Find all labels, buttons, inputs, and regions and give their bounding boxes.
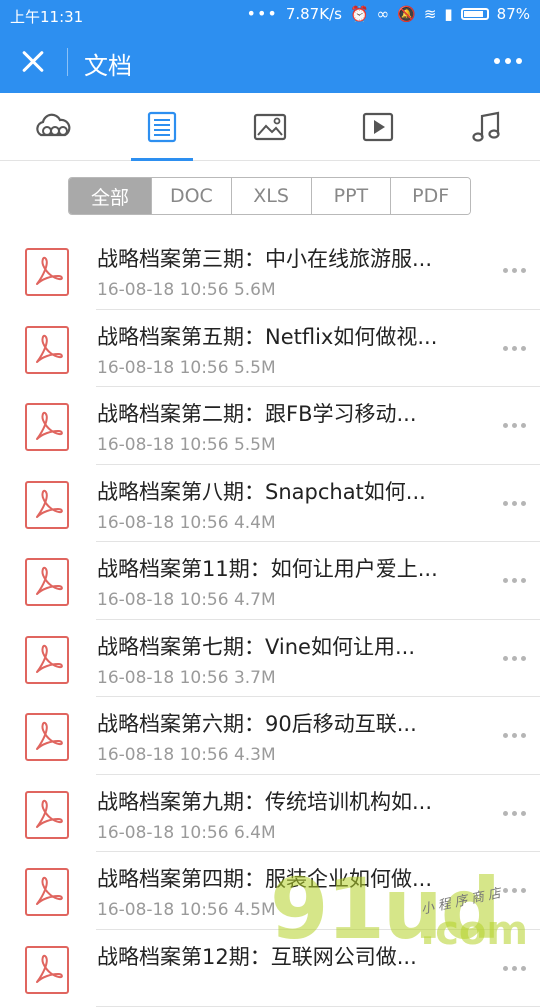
music-icon xyxy=(467,107,507,147)
top-bar: 上午11:31 ••• 7.87K/s ⏰ ∞ 🔕 ≋ ▮ 87% 文档 xyxy=(0,0,540,93)
status-time: 上午11:31 xyxy=(10,6,83,27)
pdf-icon xyxy=(25,713,69,761)
file-name: 战略档案第九期：传统培训机构如... xyxy=(97,786,432,816)
file-name: 战略档案第12期：互联网公司做... xyxy=(97,941,417,971)
file-row[interactable]: 战略档案第三期：中小在线旅游服... 16-08-18 10:56 5.6M xyxy=(0,232,540,310)
battery-icon xyxy=(461,8,489,20)
header: 文档 xyxy=(0,30,540,93)
row-more-button[interactable] xyxy=(503,423,526,428)
filter-doc[interactable]: DOC xyxy=(151,178,231,214)
pdf-icon xyxy=(25,248,69,296)
filter-ppt[interactable]: PPT xyxy=(311,178,391,214)
filter-pdf[interactable]: PDF xyxy=(390,178,470,214)
file-meta: 16-08-18 10:56 6.4M xyxy=(97,823,276,843)
battery-level: 87% xyxy=(497,5,530,23)
status-right: ••• 7.87K/s ⏰ ∞ 🔕 ≋ ▮ 87% xyxy=(247,4,530,23)
tab-document[interactable] xyxy=(131,93,193,160)
file-row[interactable]: 战略档案第四期：服装企业如何做... 16-08-18 10:56 4.5M xyxy=(0,852,540,930)
file-meta: 16-08-18 10:56 5.5M xyxy=(97,435,276,455)
file-name: 战略档案第八期：Snapchat如何... xyxy=(97,476,426,506)
filter-xls[interactable]: XLS xyxy=(231,178,311,214)
pdf-icon xyxy=(25,946,69,994)
file-row[interactable]: 战略档案第六期：90后移动互联... 16-08-18 10:56 4.3M xyxy=(0,697,540,775)
more-menu-button[interactable] xyxy=(494,58,522,64)
row-more-button[interactable] xyxy=(503,888,526,893)
file-name: 战略档案第11期：如何让用户爱上... xyxy=(97,553,438,583)
row-more-button[interactable] xyxy=(503,268,526,273)
pdf-icon xyxy=(25,791,69,839)
file-row[interactable]: 战略档案第八期：Snapchat如何... 16-08-18 10:56 4.4M xyxy=(0,465,540,543)
file-row[interactable]: 战略档案第五期：Netflix如何做视... 16-08-18 10:56 5.5… xyxy=(0,310,540,388)
tab-video[interactable] xyxy=(347,93,409,160)
file-name: 战略档案第七期：Vine如何让用... xyxy=(97,631,415,661)
mute-icon: 🔕 xyxy=(397,5,416,23)
file-meta: 16-08-18 10:56 5.6M xyxy=(97,280,276,300)
row-more-button[interactable] xyxy=(503,656,526,661)
file-meta: 16-08-18 10:56 4.4M xyxy=(97,513,276,533)
pdf-icon xyxy=(25,868,69,916)
row-more-button[interactable] xyxy=(503,501,526,506)
document-icon xyxy=(142,107,182,147)
file-meta: 16-08-18 10:56 4.5M xyxy=(97,900,276,920)
file-row[interactable]: 战略档案第九期：传统培训机构如... 16-08-18 10:56 6.4M xyxy=(0,775,540,853)
file-list: 战略档案第三期：中小在线旅游服...16-08-18 10:56 5.6M战略档… xyxy=(0,232,540,1007)
row-more-button[interactable] xyxy=(503,346,526,351)
file-row[interactable]: 战略档案第七期：Vine如何让用... 16-08-18 10:56 3.7M xyxy=(0,620,540,698)
row-more-button[interactable] xyxy=(503,733,526,738)
wifi-icon: ≋ xyxy=(424,5,437,23)
file-name: 战略档案第六期：90后移动互联... xyxy=(97,708,417,738)
pdf-icon xyxy=(25,326,69,374)
pdf-icon xyxy=(25,481,69,529)
link-icon: ∞ xyxy=(377,5,390,23)
signal-icon: ▮ xyxy=(444,5,452,23)
file-meta: 16-08-18 10:56 4.7M xyxy=(97,590,276,610)
header-divider xyxy=(67,48,68,76)
file-row[interactable]: 战略档案第11期：如何让用户爱上... 16-08-18 10:56 4.7M xyxy=(0,542,540,620)
file-type-filter: 全部 DOC XLS PPT PDF xyxy=(68,177,471,215)
cloud-icon xyxy=(33,107,73,147)
file-name: 战略档案第五期：Netflix如何做视... xyxy=(97,321,437,351)
pdf-icon xyxy=(25,636,69,684)
status-bar: 上午11:31 ••• 7.87K/s ⏰ ∞ 🔕 ≋ ▮ 87% xyxy=(0,0,540,30)
file-name: 战略档案第二期：跟FB学习移动... xyxy=(97,398,417,428)
category-tabs xyxy=(0,93,540,161)
file-meta: 16-08-18 10:56 4.3M xyxy=(97,745,276,765)
pdf-icon xyxy=(25,558,69,606)
page-title: 文档 xyxy=(84,46,132,81)
file-row[interactable]: 战略档案第二期：跟FB学习移动... 16-08-18 10:56 5.5M xyxy=(0,387,540,465)
row-more-button[interactable] xyxy=(503,578,526,583)
file-name: 战略档案第三期：中小在线旅游服... xyxy=(97,243,432,273)
row-more-button[interactable] xyxy=(503,966,526,971)
file-row[interactable]: 战略档案第12期：互联网公司做... xyxy=(0,930,540,1007)
network-speed: 7.87K/s xyxy=(286,5,342,23)
tab-music[interactable] xyxy=(456,93,518,160)
status-dots: ••• xyxy=(247,4,278,23)
file-name: 战略档案第四期：服装企业如何做... xyxy=(97,863,432,893)
video-icon xyxy=(358,107,398,147)
file-meta: 16-08-18 10:56 5.5M xyxy=(97,358,276,378)
filter-all[interactable]: 全部 xyxy=(69,178,151,214)
alarm-icon: ⏰ xyxy=(350,5,369,23)
tab-cloud[interactable] xyxy=(22,93,84,160)
pdf-icon xyxy=(25,403,69,451)
row-more-button[interactable] xyxy=(503,811,526,816)
close-button[interactable] xyxy=(16,44,50,78)
file-meta: 16-08-18 10:56 3.7M xyxy=(97,668,276,688)
tab-image[interactable] xyxy=(239,93,301,160)
image-icon xyxy=(250,107,290,147)
